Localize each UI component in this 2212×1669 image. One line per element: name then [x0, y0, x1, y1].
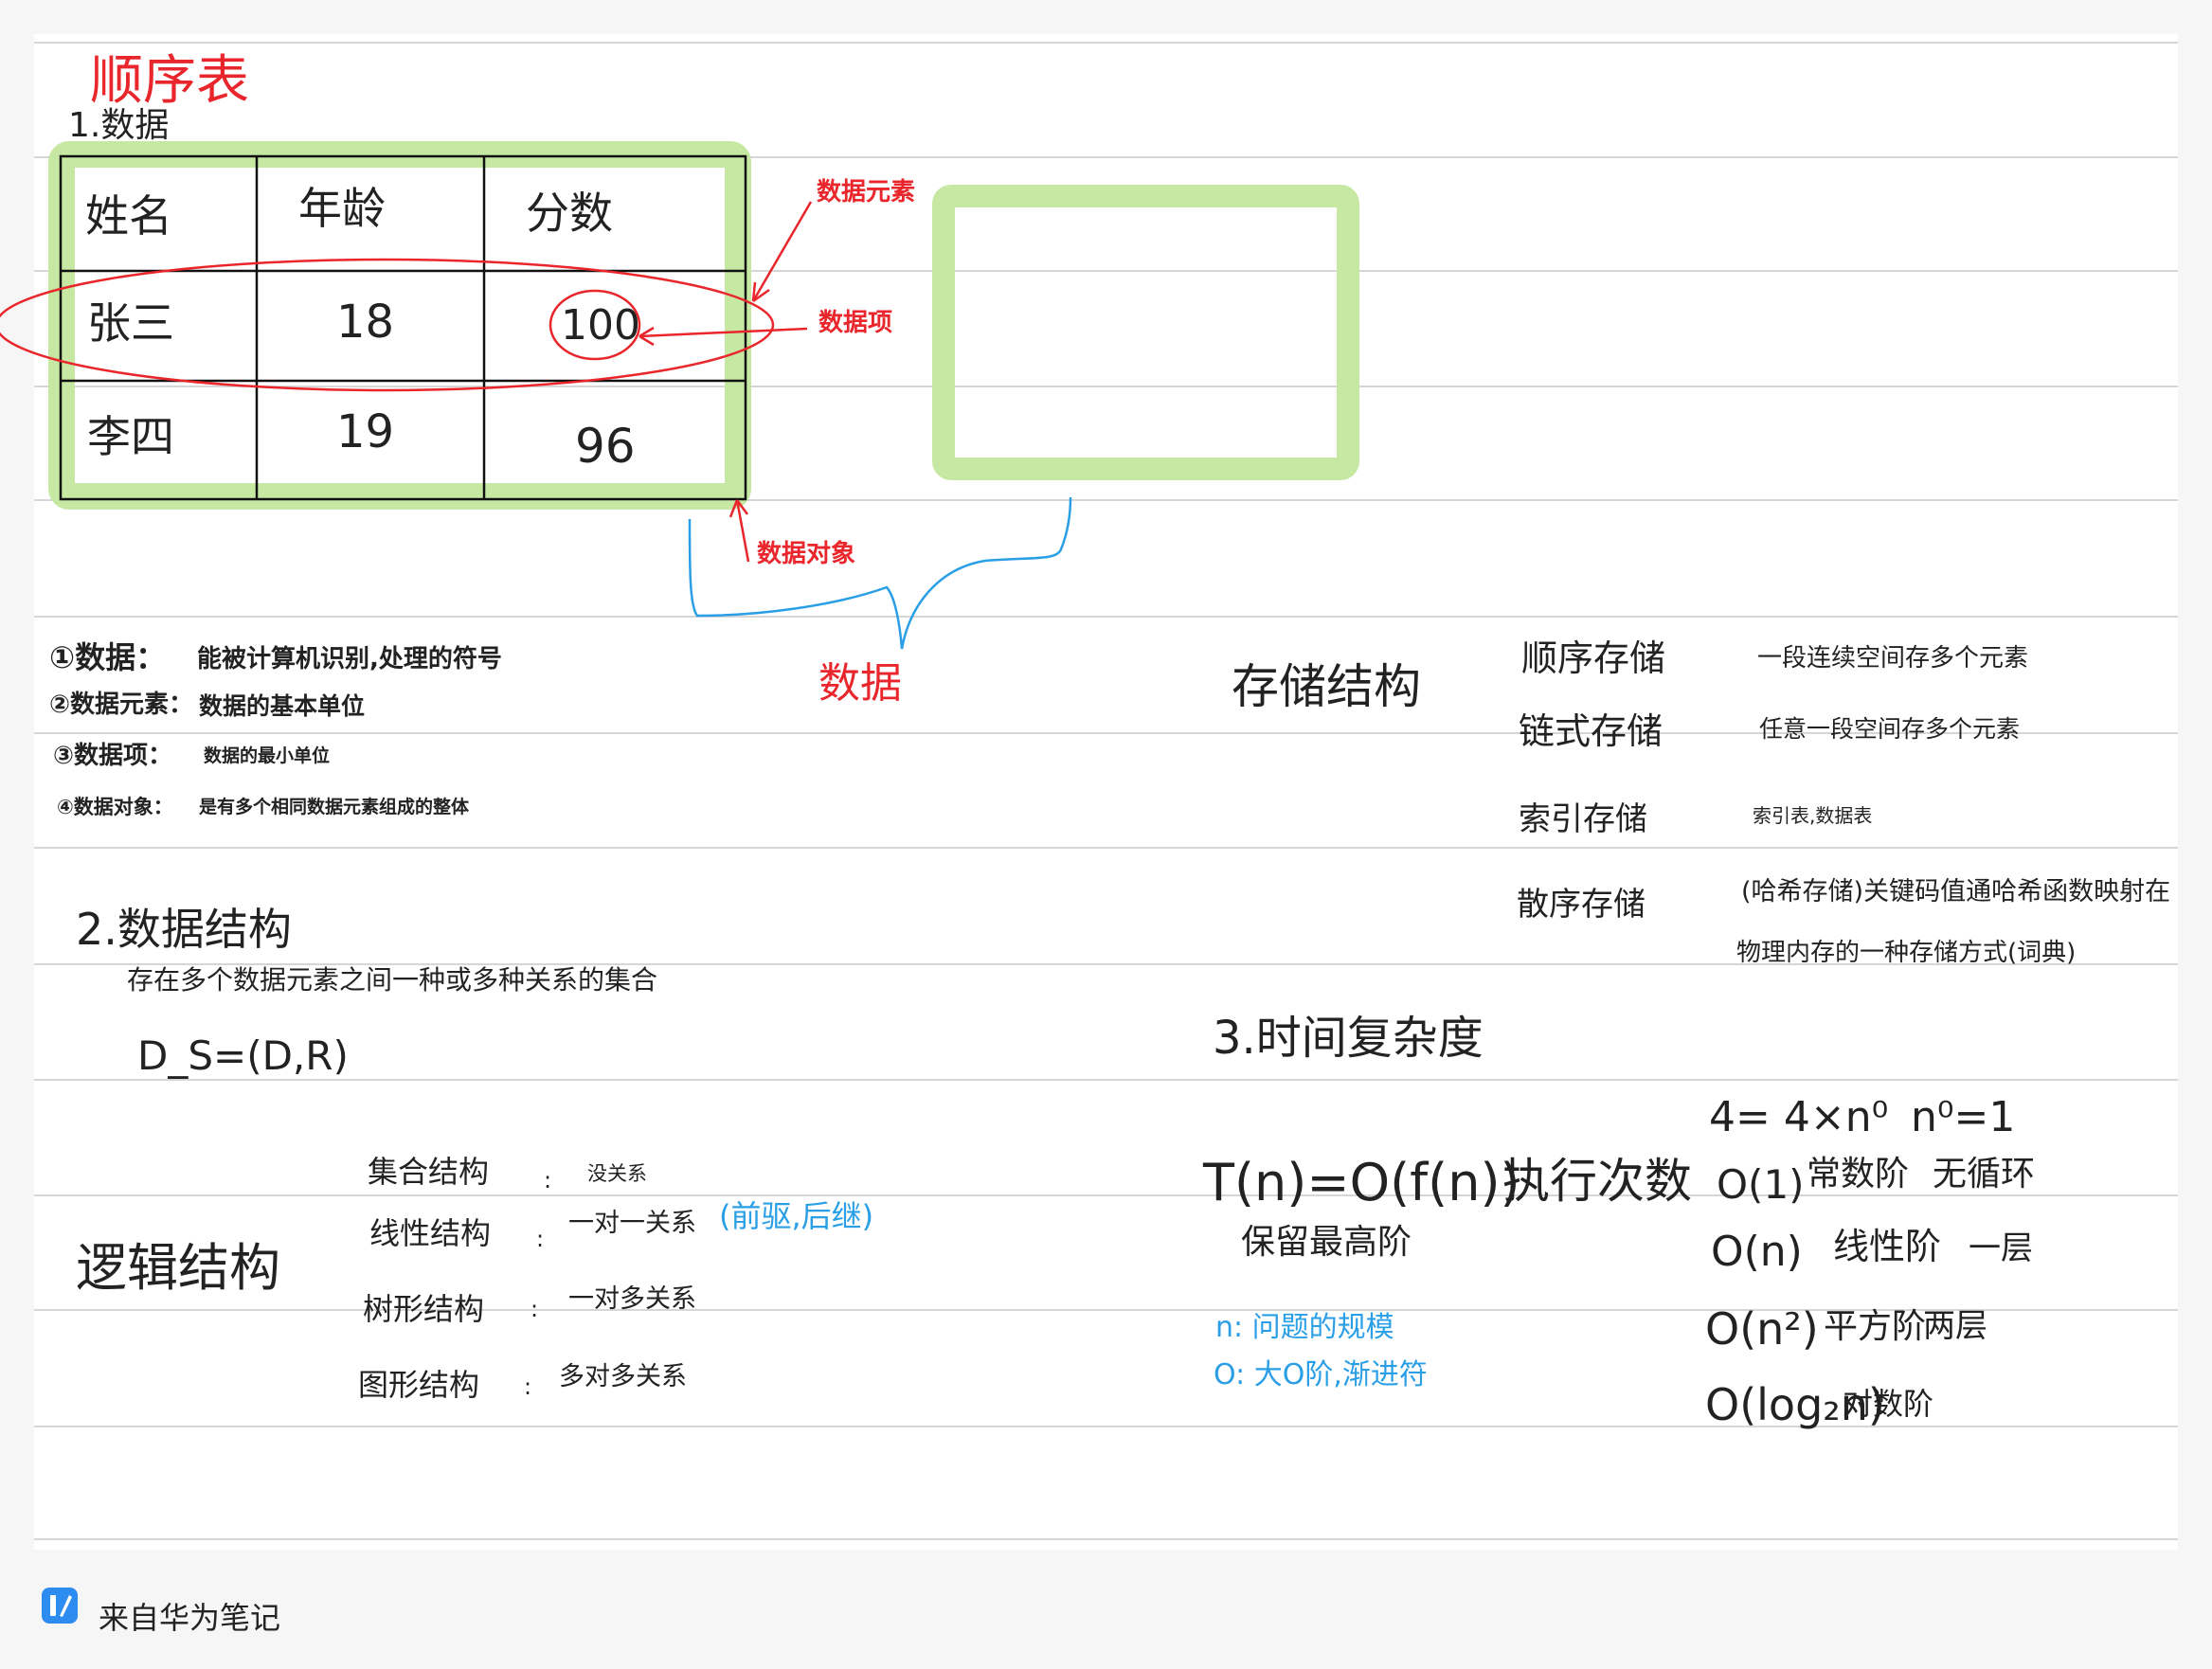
storage-desc-2: 物理内存的一种存储方式(词典): [1736, 939, 2077, 967]
storage-name: 顺序存储: [1521, 637, 1666, 679]
definition-term: ①数据：: [49, 639, 167, 675]
page-title: 顺序表: [90, 50, 249, 112]
definition-term: ④数据对象：: [57, 796, 173, 818]
complexity-note-o: O: 大O阶,渐进符: [1214, 1358, 1428, 1391]
table-header: 姓名: [85, 190, 172, 242]
complexity-keep: 保留最高阶: [1241, 1223, 1412, 1262]
storage-title: 存储结构: [1232, 659, 1421, 714]
definition-desc: 是有多个相同数据元素组成的整体: [199, 797, 470, 817]
definition-desc: 数据的最小单位: [204, 745, 331, 766]
definition-term: ②数据元素：: [49, 691, 194, 719]
logic-colon: :: [544, 1167, 552, 1193]
logic-note: (前驱,后继): [719, 1198, 874, 1234]
storage-desc: 索引表,数据表: [1753, 804, 1873, 827]
storage-name: 散序存储: [1517, 886, 1646, 924]
complexity-name: 对数阶: [1843, 1386, 1934, 1422]
table-cell: 100: [561, 301, 640, 350]
table-header: 年龄: [298, 183, 386, 234]
complexity-expr: O(n²): [1705, 1303, 1819, 1355]
storage-desc: 一段连续空间存多个元素: [1757, 644, 2029, 673]
table-cell: 18: [336, 296, 395, 349]
complexity-name: 常数阶: [1807, 1155, 1910, 1193]
table-cell: 李四: [87, 411, 174, 462]
annotation-data: 数据: [818, 659, 902, 708]
blue-brace: [688, 496, 1072, 650]
complexity-extra: 两层: [1923, 1307, 1987, 1345]
complexity-formula: T(n)=O(f(n)): [1203, 1153, 1520, 1212]
section-2-formula: D_S=(D,R): [137, 1032, 349, 1079]
complexity-name: 线性阶: [1833, 1226, 1942, 1267]
section-2-desc: 存在多个数据元素之间一种或多种关系的集合: [127, 964, 658, 996]
storage-name: 索引存储: [1519, 800, 1647, 838]
table-cell: 96: [575, 419, 636, 474]
storage-desc: (哈希存储)关键码值通哈希函数映射在: [1741, 877, 2171, 906]
logic-name: 树形结构: [363, 1291, 485, 1327]
definition-term: ③数据项：: [53, 742, 173, 770]
logic-colon: :: [536, 1226, 545, 1252]
logic-title: 逻辑结构: [76, 1238, 280, 1298]
storage-desc: 任意一段空间存多个元素: [1759, 715, 2021, 743]
table-cell: 张三: [87, 297, 174, 349]
logic-desc: 没关系: [587, 1162, 647, 1185]
storage-name: 链式存储: [1519, 710, 1663, 752]
table-cell: 19: [336, 405, 395, 458]
logic-name: 图形结构: [358, 1367, 480, 1403]
definition-desc: 能被计算机识别,处理的符号: [197, 645, 502, 673]
footer-text: 来自华为笔记: [99, 1600, 281, 1636]
complexity-note-n: n: 问题的规模: [1215, 1311, 1394, 1344]
complexity-expr: O(1): [1717, 1161, 1805, 1208]
logic-colon: :: [524, 1373, 532, 1400]
annotation-object: 数据对象: [757, 540, 856, 568]
complexity-expr: 4= 4×n⁰: [1709, 1093, 1889, 1141]
logic-name: 集合结构: [368, 1154, 490, 1190]
section-2-title: 2.数据结构: [76, 904, 292, 955]
huawei-notes-icon: [42, 1588, 78, 1624]
logic-desc: 一对多关系: [568, 1284, 696, 1314]
complexity-extra: n⁰=1: [1911, 1093, 2016, 1141]
logic-desc: 多对多关系: [559, 1362, 687, 1391]
complexity-expr: O(n): [1711, 1228, 1803, 1276]
annotation-item: 数据项: [818, 309, 893, 337]
section-1-title: 1.数据: [68, 106, 170, 145]
logic-colon: :: [531, 1296, 539, 1322]
complexity-extra: 无循环: [1933, 1155, 2036, 1193]
table-header: 分数: [526, 188, 613, 239]
section-3-title: 3.时间复杂度: [1213, 1012, 1484, 1065]
logic-name: 线性结构: [369, 1215, 492, 1251]
complexity-extra: 一层: [1969, 1229, 2033, 1267]
definition-desc: 数据的基本单位: [199, 692, 366, 720]
green-frame-empty: [932, 185, 1359, 480]
complexity-name: 平方阶: [1824, 1307, 1927, 1346]
complexity-formula-label: 执行次数: [1502, 1154, 1692, 1209]
annotation-element: 数据元素: [817, 178, 916, 206]
logic-desc: 一对一关系: [568, 1209, 696, 1238]
footer: [0, 1550, 2212, 1669]
